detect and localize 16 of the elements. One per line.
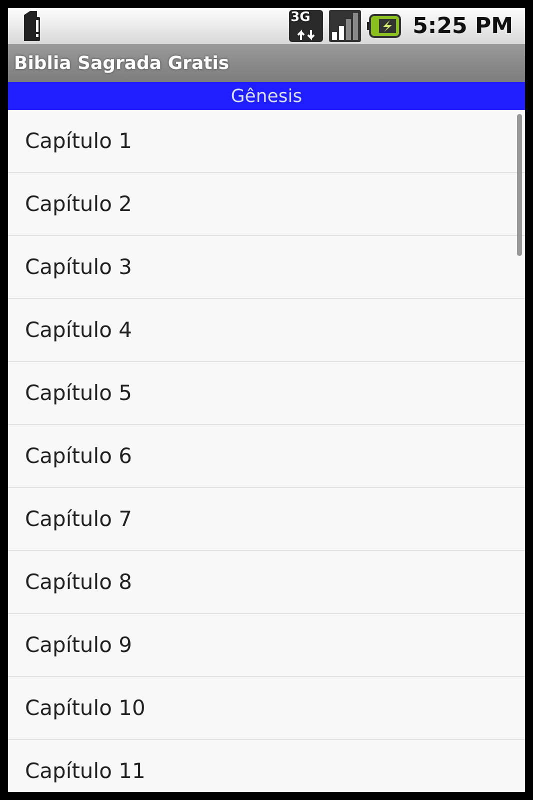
- signal-icon: [328, 10, 361, 42]
- chapter-item[interactable]: Capítulo 6: [8, 425, 525, 488]
- sd-card-warning-icon: [22, 11, 42, 41]
- chapter-item[interactable]: Capítulo 10: [8, 677, 525, 740]
- network-icon: 3G: [288, 10, 323, 42]
- battery-charging-icon: [366, 14, 401, 38]
- chapter-item[interactable]: Capítulo 9: [8, 614, 525, 677]
- chapter-item[interactable]: Capítulo 5: [8, 362, 525, 425]
- chapter-item[interactable]: Capítulo 7: [8, 488, 525, 551]
- book-title: Gênesis: [230, 86, 302, 106]
- chapter-item[interactable]: Capítulo 11: [8, 740, 525, 792]
- clock: 5:25 PM: [412, 14, 513, 38]
- scrollbar[interactable]: [517, 114, 522, 256]
- chapter-item[interactable]: Capítulo 8: [8, 551, 525, 614]
- chapter-item[interactable]: Capítulo 4: [8, 299, 525, 362]
- app-title: Biblia Sagrada Gratis: [14, 52, 230, 74]
